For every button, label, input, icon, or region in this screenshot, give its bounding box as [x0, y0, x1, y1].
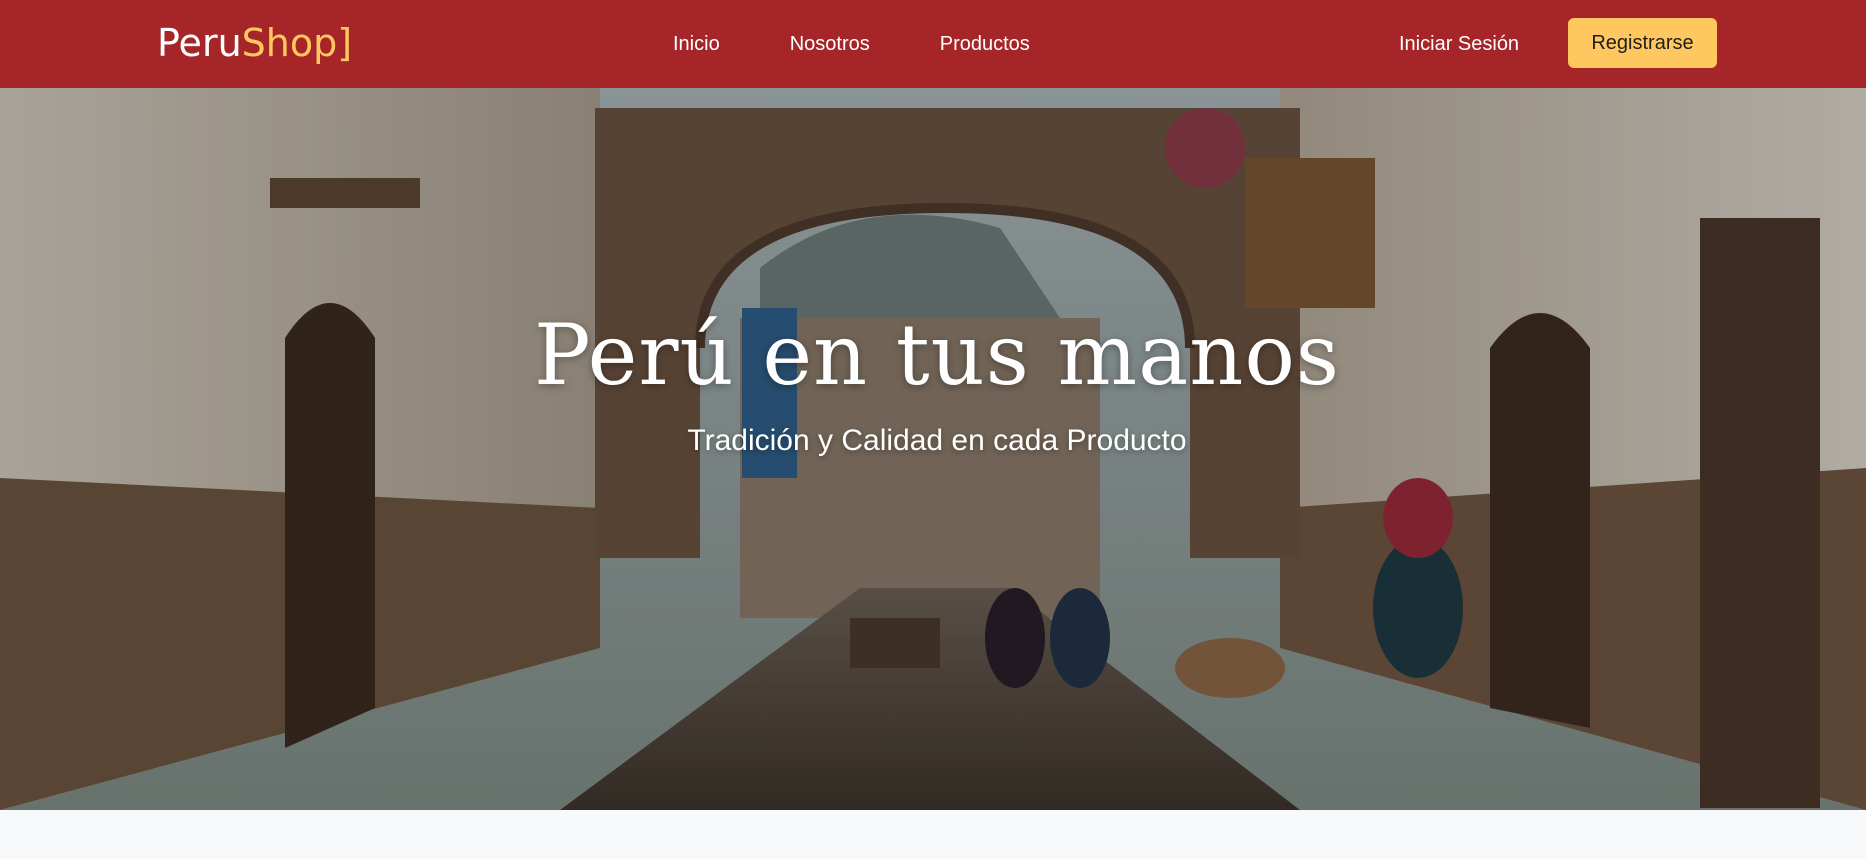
hero-subtitle: Tradición y Calidad en cada Producto: [687, 424, 1187, 457]
brand-logo[interactable]: PeruShop]: [157, 18, 352, 68]
hero-title: Perú en tus manos: [533, 306, 1341, 404]
content-section-start: [0, 810, 1866, 859]
nav-link-nosotros[interactable]: Nosotros: [790, 0, 870, 88]
top-navbar: PeruShop] Inicio Nosotros Productos Inic…: [0, 0, 1866, 88]
brand-accent-text: Shop]: [241, 21, 353, 65]
nav-link-productos[interactable]: Productos: [940, 0, 1030, 88]
main-nav: Inicio Nosotros Productos: [673, 0, 1030, 88]
register-button[interactable]: Registrarse: [1568, 18, 1717, 68]
brand-main-text: Peru: [157, 21, 242, 65]
login-link[interactable]: Iniciar Sesión: [1399, 0, 1519, 88]
hero-banner: Perú en tus manos Tradición y Calidad en…: [0, 88, 1866, 810]
nav-link-inicio[interactable]: Inicio: [673, 0, 720, 88]
